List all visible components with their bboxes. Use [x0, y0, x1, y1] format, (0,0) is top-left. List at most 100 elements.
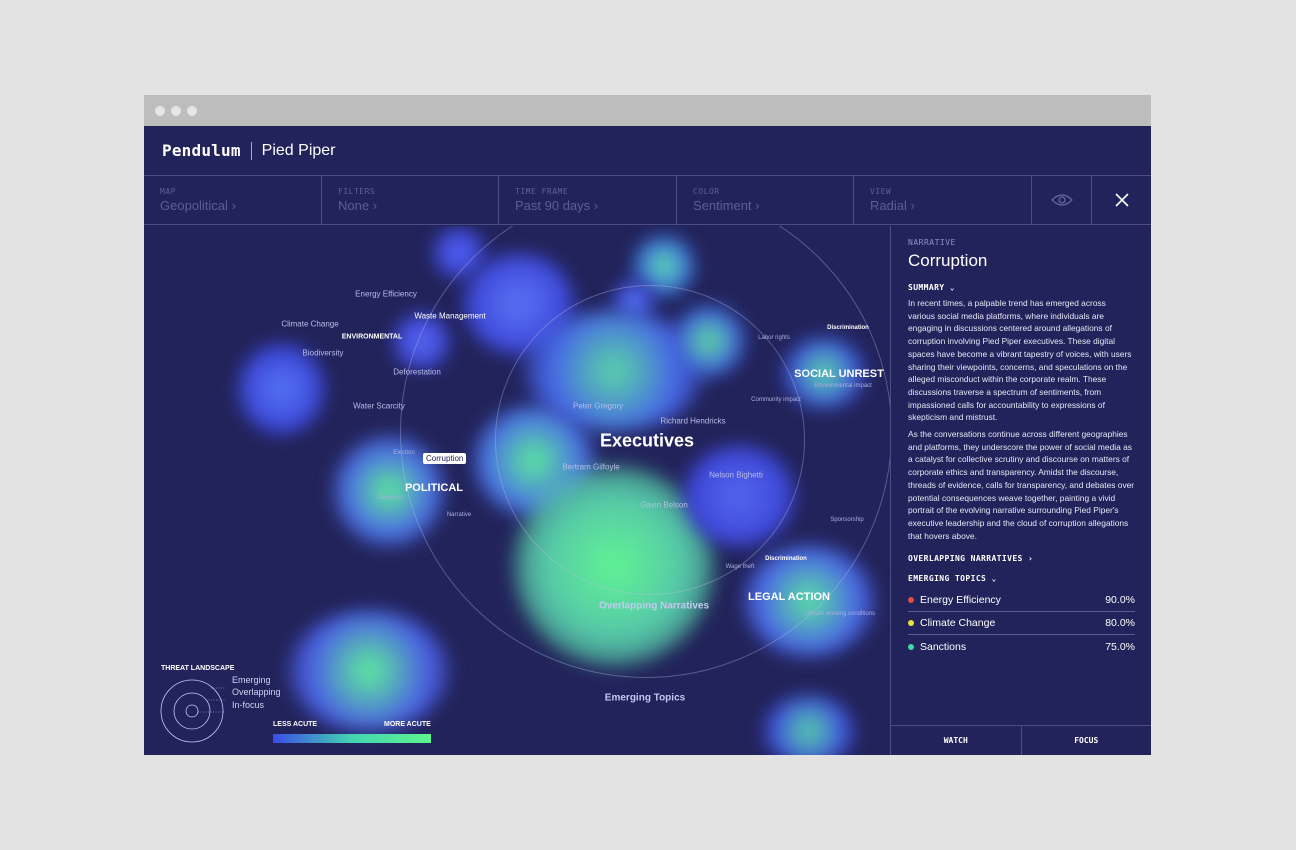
eye-icon	[1050, 194, 1073, 206]
heat-blob	[764, 696, 854, 755]
chevron-right-icon: ›	[755, 198, 760, 213]
topic-label[interactable]: Environmental impact	[814, 383, 872, 389]
ring-label-overlapping: Overlapping Narratives	[598, 600, 710, 612]
center-label[interactable]: Executives	[600, 431, 694, 452]
close-button[interactable]	[1092, 176, 1151, 224]
window-chrome	[144, 95, 1151, 126]
filter-label: MAP	[160, 187, 176, 196]
topic-label[interactable]: Discrimination	[827, 325, 869, 331]
filter-value: Radial ›	[870, 198, 915, 213]
view-toggle-button[interactable]	[1032, 176, 1092, 224]
emerging-topics-toggle[interactable]: EMERGING TOPICS ⌄	[908, 574, 1151, 583]
filter-label: FILTERS	[338, 187, 376, 196]
close-icon	[1114, 193, 1129, 207]
chevron-down-icon: ⌄	[949, 283, 955, 292]
topic-row[interactable]: Climate Change 80.0%	[908, 612, 1135, 636]
category-legal-action[interactable]: LEGAL ACTION	[748, 591, 830, 603]
topic-label[interactable]: Biodiversity	[303, 349, 344, 358]
summary-toggle[interactable]: SUMMARY ⌄	[908, 283, 1151, 292]
topic-label[interactable]: Narrative	[447, 512, 471, 518]
legend-item: In-focus	[232, 700, 265, 710]
topic-value: 75.0%	[1105, 640, 1135, 653]
person-label[interactable]: Richard Hendricks	[660, 417, 725, 426]
topic-name: Climate Change	[920, 617, 996, 630]
window-dot[interactable]	[187, 105, 197, 116]
filter-map[interactable]: MAP Geopolitical ›	[144, 176, 322, 224]
topic-row[interactable]: Energy Efficiency 90.0%	[908, 589, 1135, 613]
heat-blob	[239, 344, 324, 434]
topic-list: Energy Efficiency 90.0% Climate Change 8…	[908, 589, 1135, 658]
focus-button[interactable]: FOCUS	[1022, 726, 1152, 755]
filter-value: Geopolitical ›	[160, 198, 236, 213]
topic-label[interactable]: Labor rights	[758, 335, 790, 341]
topic-label[interactable]: Energy Efficiency	[355, 290, 417, 299]
app-window: Pendulum Pied Piper MAP Geopolitical › F…	[144, 95, 1151, 755]
filter-value: None ›	[338, 198, 378, 213]
topic-label[interactable]: Climate Change	[281, 320, 338, 329]
filter-time-frame[interactable]: TIME FRAME Past 90 days ›	[499, 176, 677, 224]
legend-more-label: MORE ACUTE	[384, 721, 431, 728]
topic-name: Energy Efficiency	[920, 594, 1001, 607]
topic-label[interactable]: Wage theft	[726, 564, 755, 570]
watch-button[interactable]: WATCH	[891, 726, 1022, 755]
narrative-map[interactable]: Executives ENVIRONMENTAL POLITICAL SOCIA…	[144, 226, 890, 755]
filter-label: VIEW	[870, 187, 892, 196]
person-label[interactable]: Nelson Bighetti	[709, 471, 763, 480]
window-dot[interactable]	[155, 105, 165, 116]
status-dot	[908, 597, 914, 604]
acuteness-gradient	[273, 734, 431, 743]
filter-view[interactable]: VIEW Radial ›	[854, 176, 1032, 224]
topic-label[interactable]: Community impact	[751, 397, 801, 403]
filter-bar: MAP Geopolitical › FILTERS None › TIME F…	[144, 176, 1151, 225]
topic-label[interactable]: Deforestation	[393, 368, 441, 377]
overlapping-narratives-link[interactable]: OVERLAPPING NARRATIVES ›	[908, 554, 1151, 563]
legend-item: Emerging	[232, 675, 271, 685]
category-political[interactable]: POLITICAL	[405, 482, 463, 494]
chevron-right-icon: ›	[231, 198, 236, 213]
topic-name: Sanctions	[920, 640, 967, 653]
chevron-right-icon: ›	[593, 198, 599, 213]
app-header: Pendulum Pied Piper	[144, 126, 1151, 176]
selected-narrative-tag[interactable]: Corruption	[423, 453, 467, 464]
category-social-unrest[interactable]: SOCIAL UNREST	[794, 368, 884, 380]
summary-paragraph: As the conversations continue across dif…	[908, 429, 1135, 541]
topic-label[interactable]: Sanctions	[377, 495, 403, 501]
project-name: Pied Piper	[261, 141, 336, 159]
brand-logo: Pendulum	[162, 141, 241, 160]
status-dot	[908, 643, 914, 650]
person-label[interactable]: Gavin Belson	[640, 501, 688, 510]
panel-title: Corruption	[908, 251, 988, 270]
category-environmental[interactable]: ENVIRONMENTAL	[342, 334, 403, 341]
status-dot	[908, 620, 914, 627]
topic-label[interactable]: Unsafe working conditions	[805, 611, 875, 617]
chevron-right-icon: ›	[1027, 554, 1034, 564]
filter-value: Past 90 days ›	[515, 198, 599, 213]
topic-value: 80.0%	[1105, 617, 1135, 630]
person-label[interactable]: Bertram Gilfoyle	[562, 463, 619, 472]
summary-paragraph: In recent times, a palpable trend has em…	[908, 298, 1132, 423]
chevron-down-icon: ⌄	[991, 574, 997, 584]
topic-label[interactable]: Discrimination	[765, 556, 807, 562]
topic-label[interactable]: Sponsorship	[830, 517, 863, 523]
topic-value: 90.0%	[1105, 594, 1135, 607]
person-label[interactable]: Peter Gregory	[573, 402, 623, 411]
narrative-panel: NARRATIVE Corruption SUMMARY ⌄ In recent…	[890, 226, 1151, 755]
filter-value: Sentiment ›	[693, 198, 760, 213]
filter-label: COLOR	[693, 187, 720, 196]
chevron-right-icon: ›	[372, 198, 378, 213]
heat-blob	[289, 611, 449, 731]
panel-kicker: NARRATIVE	[908, 238, 956, 247]
topic-label[interactable]: Water Scarcity	[353, 402, 405, 411]
topic-label[interactable]: Election	[393, 450, 414, 456]
topic-label[interactable]: Waste Management	[414, 312, 485, 321]
legend-title: THREAT LANDSCAPE	[161, 665, 235, 672]
panel-actions: WATCH FOCUS	[891, 725, 1151, 755]
filter-label: TIME FRAME	[515, 187, 569, 196]
ring-label-emerging: Emerging Topics	[604, 692, 686, 704]
filter-color[interactable]: COLOR Sentiment ›	[677, 176, 854, 224]
legend-item: Overlapping	[232, 687, 281, 697]
topic-row[interactable]: Sanctions 75.0%	[908, 635, 1135, 658]
legend-rings-icon	[160, 679, 225, 743]
filter-filters[interactable]: FILTERS None ›	[322, 176, 499, 224]
window-dot[interactable]	[171, 105, 181, 116]
